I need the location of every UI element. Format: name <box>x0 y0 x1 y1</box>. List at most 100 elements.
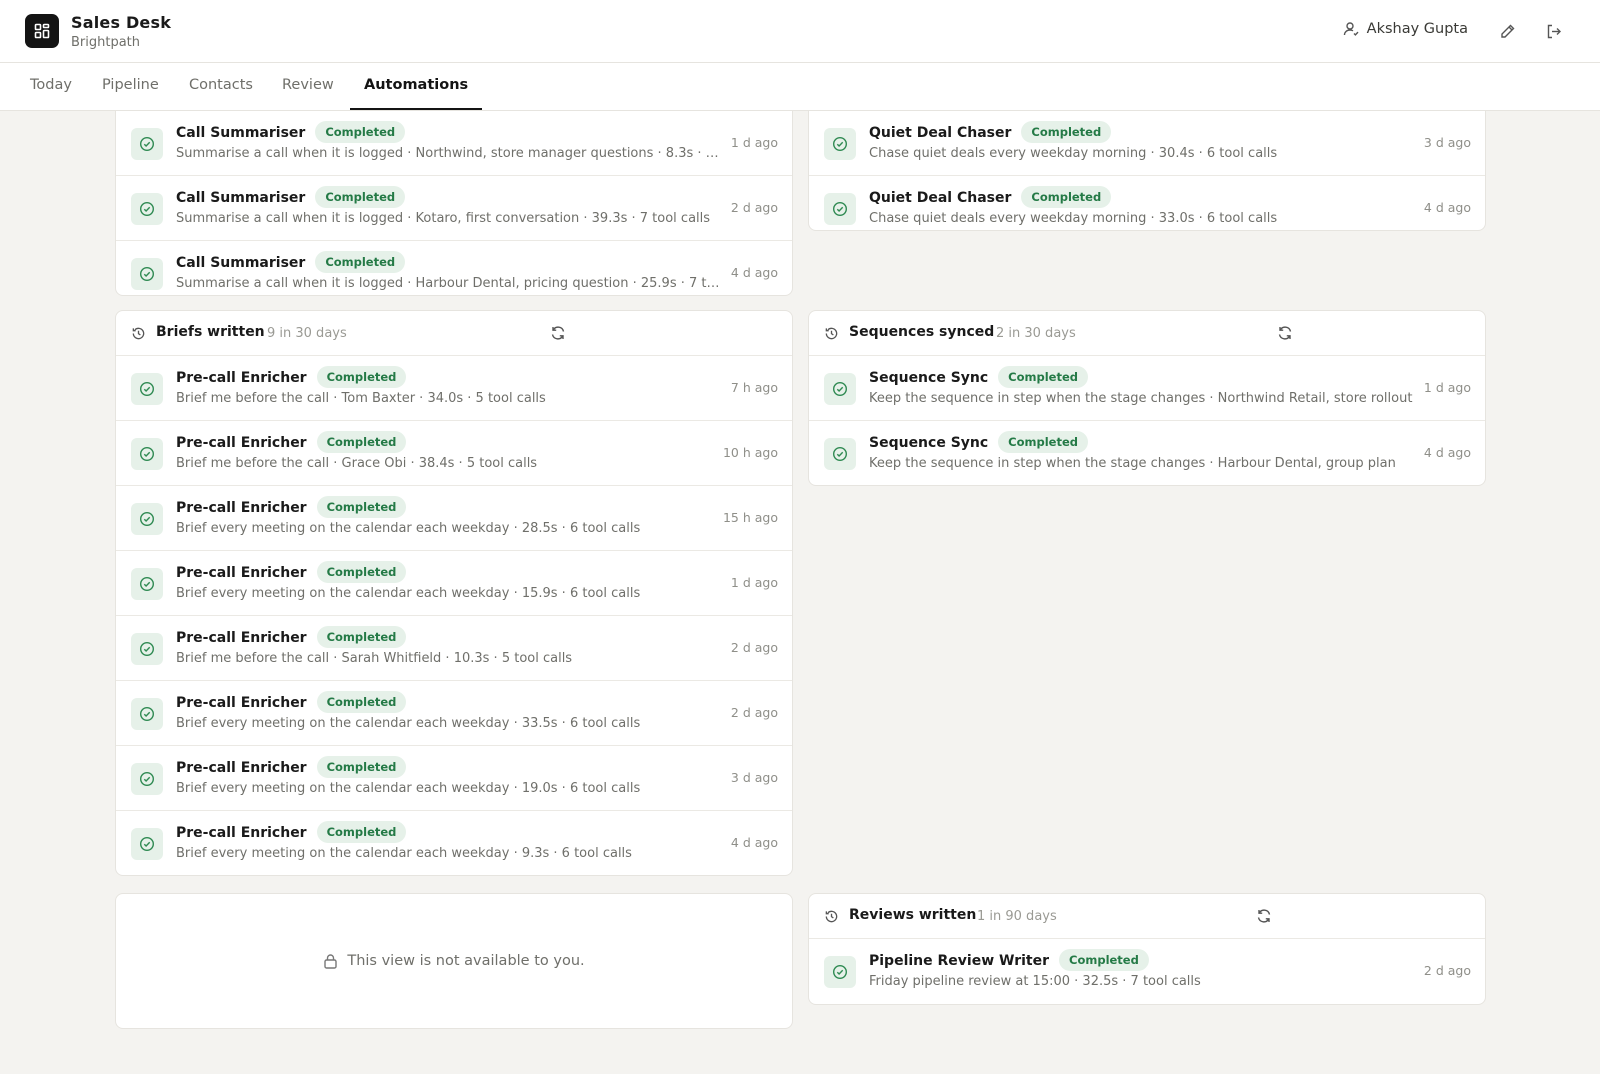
tab-contacts[interactable]: Contacts <box>189 63 253 110</box>
run-title: Sequence Sync Completed <box>869 366 1088 389</box>
run-row[interactable]: Pre-call Enricher Completed Brief every me… <box>116 681 792 746</box>
card-header: Reviews written 1 in 90 days <box>809 894 1485 939</box>
run-details: Brief me before the call · Tom Baxter · … <box>176 391 546 406</box>
check-circle-icon <box>832 446 848 462</box>
grid-icon <box>34 23 50 39</box>
run-title: Quiet Deal Chaser Completed <box>869 186 1112 209</box>
app-title: Sales Desk <box>71 13 172 32</box>
sign-out-button[interactable] <box>1543 21 1563 41</box>
run-details: Summarise a call when it is logged · Nor… <box>176 146 722 161</box>
automation-name: Sequence Sync <box>869 435 989 451</box>
card-header: Sequences synced 2 in 30 days <box>809 311 1485 356</box>
run-details: Keep the sequence in step when the stage… <box>869 456 1396 471</box>
status-icon <box>824 373 856 405</box>
refresh-icon[interactable] <box>1256 908 1272 924</box>
run-details: Brief every meeting on the calendar each… <box>176 781 641 796</box>
status-icon <box>131 633 163 665</box>
app-logo[interactable] <box>25 14 59 48</box>
history-icon <box>132 327 145 340</box>
run-time: 2 d ago <box>730 705 778 720</box>
status-icon <box>131 193 163 225</box>
run-title: Pre-call Enricher Completed <box>176 626 407 649</box>
run-time: 3 d ago <box>730 770 778 785</box>
status-badge: Completed <box>1021 186 1112 208</box>
check-circle-icon <box>139 771 155 787</box>
run-row[interactable]: Pipeline Review Writer Completed Friday pi… <box>809 939 1485 1004</box>
user-menu[interactable]: Akshay Gupta <box>1343 21 1468 37</box>
run-row[interactable]: Call Summariser Completed Summarise a call… <box>116 111 792 176</box>
run-time: 15 h ago <box>722 510 778 525</box>
check-circle-icon <box>832 201 848 217</box>
run-row[interactable]: Sequence Sync Completed Keep the sequence … <box>809 421 1485 485</box>
run-row[interactable]: Pre-call Enricher Completed Brief every me… <box>116 551 792 616</box>
check-circle-icon <box>832 964 848 980</box>
status-icon <box>131 698 163 730</box>
run-title: Quiet Deal Chaser Completed <box>869 121 1112 144</box>
run-details: Friday pipeline review at 15:00 · 32.5s … <box>869 974 1201 989</box>
automation-name: Pre-call Enricher <box>176 435 307 451</box>
status-badge: Completed <box>315 121 406 143</box>
status-icon <box>131 568 163 600</box>
automation-name: Pre-call Enricher <box>176 565 307 581</box>
sign-out-icon <box>1547 24 1561 38</box>
automation-name: Call Summariser <box>176 190 306 206</box>
user-icon <box>1343 22 1359 36</box>
run-details: Keep the sequence in step when the stage… <box>869 391 1413 406</box>
tab-pipeline[interactable]: Pipeline <box>102 63 159 110</box>
run-time: 1 d ago <box>1423 380 1471 395</box>
run-time: 2 d ago <box>730 200 778 215</box>
run-row[interactable]: Pre-call Enricher Completed Brief me befor… <box>116 356 792 421</box>
check-circle-icon <box>139 836 155 852</box>
status-badge: Completed <box>1021 121 1112 143</box>
run-title: Pre-call Enricher Completed <box>176 691 407 714</box>
run-title: Call Summariser Completed <box>176 186 406 209</box>
status-badge: Completed <box>998 366 1088 388</box>
run-title: Pre-call Enricher Completed <box>176 756 407 779</box>
run-time: 4 d ago <box>730 265 778 280</box>
automation-name: Call Summariser <box>176 125 306 141</box>
refresh-icon[interactable] <box>1277 325 1293 341</box>
run-row[interactable]: Pre-call Enricher Completed Brief every me… <box>116 486 792 551</box>
lock-icon <box>324 954 338 969</box>
run-row[interactable]: Pre-call Enricher Completed Brief every me… <box>116 811 792 875</box>
status-icon <box>824 956 856 988</box>
briefs-written-card: Briefs written 9 in 30 days Pre-call Enr… <box>115 310 793 876</box>
run-row[interactable]: Sequence Sync Completed Keep the sequence … <box>809 356 1485 421</box>
run-title: Call Summariser Completed <box>176 251 406 274</box>
run-details: Brief every meeting on the calendar each… <box>176 521 641 536</box>
run-row[interactable]: Call Summariser Completed Summarise a call… <box>116 241 792 295</box>
check-circle-icon <box>139 266 155 282</box>
tab-automations[interactable]: Automations <box>350 63 483 110</box>
check-circle-icon <box>139 136 155 152</box>
run-details: Summarise a call when it is logged · Kot… <box>176 211 711 226</box>
restricted-text: This view is not available to you. <box>347 953 585 969</box>
tab-review[interactable]: Review <box>282 63 334 110</box>
status-badge: Completed <box>1059 949 1149 971</box>
run-row[interactable]: Pre-call Enricher Completed Brief me befor… <box>116 421 792 486</box>
automations-content[interactable]: Call Summariser Completed Summarise a call… <box>0 111 1600 1074</box>
card-title: Briefs written <box>156 324 265 340</box>
run-row[interactable]: Pre-call Enricher Completed Brief me befor… <box>116 616 792 681</box>
run-row[interactable]: Quiet Deal Chaser Completed Chase quiet de… <box>809 111 1485 176</box>
run-title: Pipeline Review Writer Completed <box>869 949 1149 972</box>
check-circle-icon <box>139 641 155 657</box>
tab-today[interactable]: Today <box>30 63 72 110</box>
status-badge: Completed <box>316 561 407 583</box>
status-badge: Completed <box>316 756 407 778</box>
status-badge: Completed <box>316 431 407 453</box>
status-icon <box>131 828 163 860</box>
run-details: Brief every meeting on the calendar each… <box>176 716 641 731</box>
refresh-icon[interactable] <box>550 325 566 341</box>
run-row[interactable]: Call Summariser Completed Summarise a call… <box>116 176 792 241</box>
run-details: Brief every meeting on the calendar each… <box>176 586 641 601</box>
automation-name: Pipeline Review Writer <box>869 953 1050 969</box>
edit-button[interactable] <box>1497 21 1517 41</box>
run-title: Pre-call Enricher Completed <box>176 821 407 844</box>
run-row[interactable]: Pre-call Enricher Completed Brief every me… <box>116 746 792 811</box>
run-time: 2 d ago <box>1423 963 1471 978</box>
run-details: Chase quiet deals every weekday morning … <box>869 211 1278 226</box>
check-circle-icon <box>139 381 155 397</box>
main-tabs: Today Pipeline Contacts Review Automatio… <box>0 63 1600 111</box>
run-row[interactable]: Quiet Deal Chaser Completed Chase quiet de… <box>809 176 1485 230</box>
run-title: Pre-call Enricher Completed <box>176 431 407 454</box>
